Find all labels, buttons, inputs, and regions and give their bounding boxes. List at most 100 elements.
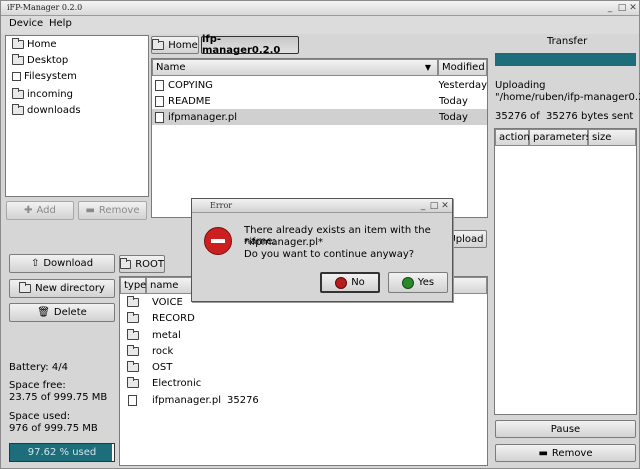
error-dialog: Error _ □ ✕ There already exists an item… xyxy=(191,198,453,302)
folder-icon xyxy=(127,344,139,356)
device-file-list[interactable]: type name VOICE RECORD metal rock OST El… xyxy=(119,276,488,466)
column-header-modified[interactable]: Modified xyxy=(438,59,487,76)
dialog-minimize-button[interactable]: _ xyxy=(418,201,428,211)
transfer-bytes: 35276 of 35276 bytes sent xyxy=(495,111,634,122)
upload-arrow-icon: ⇧ xyxy=(30,258,40,269)
pause-button-label: Pause xyxy=(550,423,581,435)
tree-item-downloads[interactable]: downloads xyxy=(12,104,81,116)
remove-button[interactable]: ▬ Remove xyxy=(78,201,147,220)
space-used-value: 976 of 999.75 MB xyxy=(9,423,98,434)
file-icon xyxy=(155,95,164,107)
breadcrumb-current-label: ifp-manager0.2.0 xyxy=(202,34,281,56)
device-row[interactable]: RECORD xyxy=(120,310,487,326)
transfer-heading: Transfer xyxy=(547,36,588,47)
tree-item-home[interactable]: Home xyxy=(12,38,57,50)
folder-icon xyxy=(12,38,24,49)
file-modified: Yesterday xyxy=(438,79,487,91)
close-button[interactable]: ✕ xyxy=(628,3,638,13)
local-folder-tree[interactable]: Home Desktop Filesystem incoming downloa… xyxy=(5,35,149,197)
upload-button-label: Upload xyxy=(448,233,484,245)
folder-icon xyxy=(120,257,132,269)
window-title: iFP-Manager 0.2.0 xyxy=(7,3,83,12)
breadcrumb-home-label: Home xyxy=(168,39,198,51)
transfer-status-path: "/home/ruben/ifp-manager0.2.0 xyxy=(495,92,640,103)
transfer-queue[interactable]: action parameters size xyxy=(494,128,637,415)
plus-icon: ✚ xyxy=(24,205,33,216)
transfer-progress-fill xyxy=(496,54,635,65)
column-modified-label: Modified xyxy=(442,62,485,73)
menu-device[interactable]: Device xyxy=(7,18,45,29)
queue-header-size-label: size xyxy=(592,132,612,143)
drive-icon xyxy=(12,72,21,81)
device-row[interactable]: ifpmanager.pl 35276 xyxy=(120,392,487,408)
maximize-button[interactable]: □ xyxy=(617,3,627,13)
device-header-type-label: type xyxy=(124,280,147,291)
queue-header-parameters-label: parameters xyxy=(533,132,592,143)
device-root-label: ROOT xyxy=(135,258,164,270)
file-name: README xyxy=(168,95,211,107)
space-free-value: 23.75 of 999.75 MB xyxy=(9,392,108,403)
dialog-maximize-button[interactable]: □ xyxy=(429,201,439,211)
folder-icon xyxy=(152,38,165,50)
new-directory-button-label: New directory xyxy=(35,283,105,294)
file-name: ifpmanager.pl xyxy=(168,111,237,123)
dialog-message-line2: *ifpmanager.pl* xyxy=(244,237,323,248)
sort-down-icon: ▼ xyxy=(424,63,431,72)
device-item-name: RECORD xyxy=(152,312,195,324)
file-row[interactable]: README Today xyxy=(152,93,487,109)
breadcrumb-home[interactable]: Home xyxy=(151,36,199,54)
folder-icon xyxy=(12,54,24,65)
dialog-title-bar: Error _ □ ✕ xyxy=(192,199,452,213)
file-row-selected[interactable]: ifpmanager.pl Today xyxy=(152,109,487,125)
download-button[interactable]: ⇧ Download xyxy=(9,254,115,273)
space-used-bar: 97.62 % used xyxy=(9,443,115,462)
device-item-name: Electronic xyxy=(152,377,202,389)
tree-item-filesystem[interactable]: Filesystem xyxy=(12,71,77,82)
folder-icon xyxy=(127,360,139,372)
device-row[interactable]: Electronic xyxy=(120,375,487,391)
menu-help[interactable]: Help xyxy=(47,18,74,29)
column-header-name[interactable]: Name ▼ xyxy=(152,59,438,76)
no-button[interactable]: No xyxy=(320,272,380,293)
new-directory-button[interactable]: New directory xyxy=(9,279,115,298)
folder-icon xyxy=(127,295,139,307)
file-row[interactable]: COPYING Yesterday xyxy=(152,77,487,93)
add-button[interactable]: ✚ Add xyxy=(6,201,74,220)
download-button-label: Download xyxy=(43,258,94,269)
delete-button[interactable]: 🗑 Delete xyxy=(9,303,115,322)
queue-header-action[interactable]: action xyxy=(495,129,530,146)
device-item-size: 35276 xyxy=(226,394,259,406)
no-icon xyxy=(335,276,348,289)
device-row[interactable]: metal xyxy=(120,327,487,343)
no-button-label: No xyxy=(351,277,365,288)
file-name: COPYING xyxy=(167,79,213,91)
tree-item-desktop[interactable]: Desktop xyxy=(12,54,68,66)
add-button-label: Add xyxy=(36,205,56,216)
breadcrumb-current[interactable]: ifp-manager0.2.0 xyxy=(201,34,299,56)
tree-item-label: Home xyxy=(27,39,57,50)
remove-button-label: Remove xyxy=(98,205,140,216)
dialog-message-line3: Do you want to continue anyway? xyxy=(244,249,415,260)
device-header-type[interactable]: type xyxy=(120,277,146,294)
file-icon xyxy=(128,394,137,406)
file-icon xyxy=(155,111,164,123)
error-icon-bar xyxy=(211,239,225,243)
local-file-list[interactable]: Name ▼ Modified COPYING Yesterday README… xyxy=(151,58,488,218)
minimize-button[interactable]: _ xyxy=(605,3,615,13)
queue-header-size[interactable]: size xyxy=(588,129,636,146)
pause-button[interactable]: Pause xyxy=(495,420,636,438)
device-row[interactable]: OST xyxy=(120,359,487,375)
tree-item-incoming[interactable]: incoming xyxy=(12,88,73,100)
device-item-name: OST xyxy=(152,361,173,373)
folder-icon xyxy=(12,104,24,115)
queue-remove-button[interactable]: ▬ Remove xyxy=(495,444,636,462)
yes-button[interactable]: Yes xyxy=(388,272,448,293)
error-icon xyxy=(204,227,232,255)
device-root-button[interactable]: ROOT xyxy=(119,255,165,273)
dialog-close-button[interactable]: ✕ xyxy=(440,201,450,211)
delete-button-label: Delete xyxy=(53,307,87,318)
device-row[interactable]: rock xyxy=(120,343,487,359)
space-free-label: Space free: xyxy=(9,380,66,391)
title-bar: iFP-Manager 0.2.0 _ □ ✕ xyxy=(1,1,639,16)
queue-header-parameters[interactable]: parameters xyxy=(529,129,592,146)
